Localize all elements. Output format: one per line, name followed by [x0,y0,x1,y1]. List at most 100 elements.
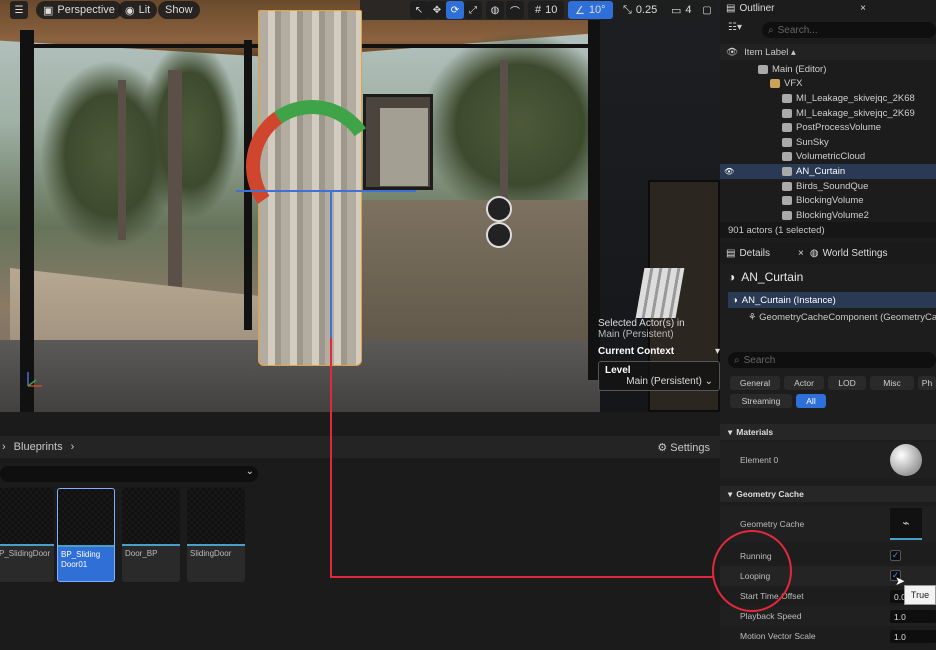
visibility-icon[interactable]: 👁 [724,167,740,176]
search-icon: ⌕ [768,24,774,36]
filter-streaming[interactable]: Streaming [730,394,792,408]
outliner-tab[interactable]: ▤ Outliner × [726,0,926,16]
world-settings-tab[interactable]: ◍ World Settings [810,245,888,261]
outliner-item-label: BlockingVolume2 [796,209,869,220]
camera-icon: ▭ [671,4,682,17]
motion-vector-scale-input[interactable]: 1.0 [890,630,936,643]
outliner-item-label: MI_Leakage_skivejqc_2K69 [796,107,915,119]
light-icon[interactable] [486,196,512,222]
show-button[interactable]: Show [158,1,200,19]
lit-button[interactable]: ◉ Lit [118,1,158,19]
outliner-item[interactable]: VolumetricCloud [720,150,936,165]
outliner-item[interactable]: 👁 AN_Curtain [720,164,936,179]
outliner-item[interactable]: MI_Leakage_skivejqc_2K68 [720,91,936,106]
chevron-down-icon[interactable]: ⌄ [246,466,254,477]
gear-icon: ⚙ [657,441,668,454]
asset-tile[interactable]: Door_BP [122,488,180,582]
playback-speed-input[interactable]: 1.0 [890,610,936,623]
outliner-search-input[interactable]: ⌕ Search... [762,22,936,38]
outliner-item[interactable]: MI_Leakage_skivejqc_2K69 [720,106,936,121]
light-icon[interactable] [486,222,512,248]
settings-label: Settings [670,441,710,454]
details-search-input[interactable]: ⌕ Search [728,352,936,368]
world-space-icon[interactable]: ◍ [486,1,504,19]
level-value-row: Main (Persistent) ⌄ [605,376,713,387]
annotation-line [330,576,714,578]
chevron-left-icon[interactable]: › [2,441,6,453]
chevron-down-icon: ▾ [728,426,733,437]
running-checkbox[interactable]: ✓ [890,550,901,561]
rotate-icon[interactable]: ⟳ [446,1,464,19]
current-context-row[interactable]: Current Context ▾ [598,346,720,357]
filter-lod[interactable]: LOD [828,376,866,390]
materials-section[interactable]: ▾ Materials [720,424,936,440]
gizmo-axis[interactable] [236,190,416,192]
item-label-column[interactable]: Item Label ▴ [744,47,796,58]
outliner-tree: Main (Editor) VFX MI_Leakage_skivejqc_2K68… [720,62,936,220]
outliner-item-label: AN_Curtain [796,165,846,177]
outliner-item[interactable]: Main (Editor) [720,62,936,77]
angle-icon: ∠ [575,4,585,17]
outliner-item[interactable]: VFX [720,77,936,92]
outliner-item[interactable]: BlockingVolume [720,193,936,208]
mouse-cursor-icon: ➤ [895,574,906,588]
geometry-cache-section[interactable]: ▾ Geometry Cache [720,486,936,502]
actor-icon [782,166,792,176]
settings-button[interactable]: ⚙ Settings [657,441,710,454]
perspective-button[interactable]: ▣ Perspective [36,1,122,19]
filter-all[interactable]: All [796,394,826,408]
level-selector[interactable]: Level Main (Persistent) ⌄ [598,361,720,391]
close-icon[interactable]: × [798,248,804,259]
grid-icon: # [535,4,542,16]
chevron-right-icon[interactable]: › [71,441,75,453]
outliner-item[interactable]: SunSky [720,135,936,150]
actor-count: 901 actors (1 selected) [728,224,825,236]
asset-tile[interactable]: P_SlidingDoor [0,488,54,582]
grid-snap-value: 10 [545,4,558,16]
outliner-item-label: SunSky [796,136,829,148]
lit-icon: ◉ [125,4,135,17]
outliner-item[interactable]: PostProcessVolume [720,120,936,135]
component-row[interactable]: ⚘ GeometryCacheComponent (GeometryCa [748,312,936,323]
breadcrumb-blueprints[interactable]: Blueprints [14,441,63,453]
outliner-item[interactable]: Birds_SoundQue [720,179,936,194]
asset-tile[interactable]: SlidingDoor [187,488,245,582]
surface-snap-icon[interactable]: ⌒ [506,1,524,19]
viewport-options-icon[interactable]: ▢ [698,1,716,19]
actor-icon: ◑ [728,270,736,284]
outliner-item[interactable]: BlockingVolume2 [720,208,936,220]
filter-physics[interactable]: Ph [918,376,936,390]
material-sphere-thumbnail[interactable] [890,444,922,476]
outliner-column-header[interactable]: 👁 Item Label ▴ [720,44,936,60]
globe-icon: ◍ [809,247,819,259]
asset-label: BP_Sliding Door01 [61,550,101,569]
details-tab[interactable]: ▤ Details × [726,245,804,261]
filter-icon[interactable]: ☷▾ [728,22,742,33]
filter-general[interactable]: General [730,376,780,390]
select-icon[interactable]: ↖ [410,1,428,19]
scale-icon[interactable]: ⤢ [464,1,482,19]
chevron-down-icon: ⌄ [704,376,713,387]
translate-icon[interactable]: ✥ [428,1,446,19]
asset-tile-selected[interactable]: BP_Sliding Door01 [57,488,115,582]
filter-misc[interactable]: Misc [870,376,914,390]
rotation-snap-toggle[interactable]: ∠ 10° [568,1,613,19]
camera-speed-button[interactable]: ▭ 4 [664,1,699,19]
search-icon: ⌕ [734,354,740,366]
volume-icon [782,196,792,206]
folder-icon [770,79,780,89]
filter-bar[interactable]: ⌄ [0,466,258,482]
cloud-icon [782,152,792,162]
level-viewport[interactable]: ☰ ▣ Perspective ◉ Lit Show ↖ ✥ ⟳ ⤢ ◍ ⌒ #… [0,0,720,412]
scale-snap-toggle[interactable]: ⤡ 0.25 [616,1,665,19]
close-icon[interactable]: × [860,3,866,14]
filter-actor[interactable]: Actor [784,376,824,390]
asset-thumbnail [187,488,245,546]
grid-snap-toggle[interactable]: # 10 [528,1,565,19]
hamburger-icon[interactable]: ☰ [10,1,28,19]
tooltip: True [904,585,936,605]
instance-row[interactable]: ◑ AN_Curtain (Instance) [728,292,936,308]
geometry-cache-thumbnail[interactable]: ⌁ [890,508,922,540]
actor-name[interactable]: AN_Curtain [741,270,803,284]
component-label: GeometryCacheComponent (GeometryCa [759,312,936,323]
